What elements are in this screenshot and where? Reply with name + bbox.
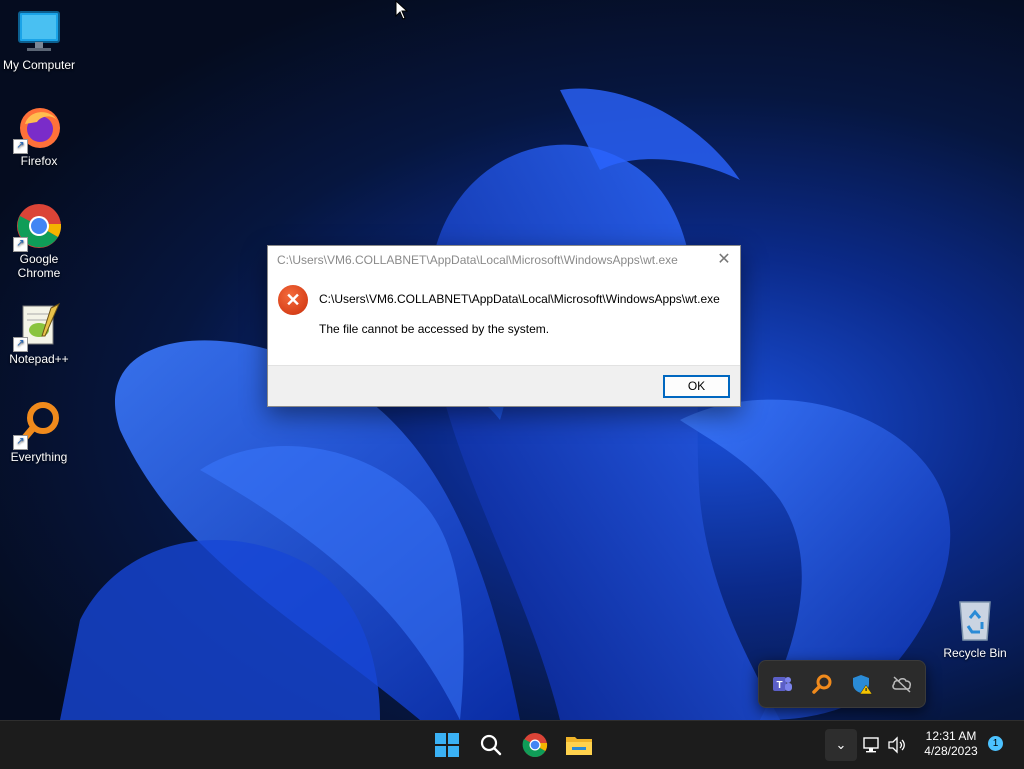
notepad-plus-plus-icon: ↗ [13,302,63,352]
svg-text:T: T [776,680,782,691]
ok-button[interactable]: OK [663,375,730,398]
defender-warning-icon[interactable] [851,673,873,695]
desktop-icon-label: Everything [10,450,68,464]
chrome-icon[interactable] [519,729,551,761]
clock-date: 4/28/2023 [924,744,978,758]
desktop-icon-label: Notepad++ [9,352,69,366]
onedrive-off-icon[interactable] [891,673,913,695]
start-icon[interactable] [431,729,463,761]
desktop-icon-notepad-plus-plus[interactable]: ↗ Notepad++ [0,302,79,366]
network-icon[interactable] [862,733,882,757]
recycle-bin-icon [951,596,999,644]
close-icon[interactable]: ✕ [714,250,734,270]
tray-overflow-flyout: T [758,660,926,708]
mouse-cursor-icon [395,0,409,20]
error-file-path: C:\Users\VM6.COLLABNET\AppData\Local\Mic… [319,292,720,306]
everything-search-icon[interactable] [811,673,833,695]
dialog-title: C:\Users\VM6.COLLABNET\AppData\Local\Mic… [277,253,678,267]
desktop-icon-google-chrome[interactable]: ↗ Google Chrome [0,202,79,280]
desktop-icon-label: Firefox [20,154,58,168]
chevron-up-icon[interactable]: ⌄ [825,729,857,761]
monitor-icon [15,8,63,56]
dialog-footer: OK [268,365,740,406]
chrome-icon: ↗ [13,202,63,252]
search-icon[interactable] [475,729,507,761]
desktop-icon-firefox[interactable]: ↗ Firefox [0,104,79,168]
dialog-body: ✕ C:\Users\VM6.COLLABNET\AppData\Local\M… [268,274,740,366]
file-explorer-icon[interactable] [563,729,595,761]
teams-icon[interactable]: T [771,673,793,695]
error-icon: ✕ [278,285,308,315]
desktop-icon-recycle-bin[interactable]: Recycle Bin [935,596,1015,660]
desktop-icon-everything[interactable]: ↗ Everything [0,400,79,464]
notification-badge[interactable]: 1 [988,736,1003,751]
shortcut-arrow-icon: ↗ [13,337,28,352]
desktop-icon-label: Google Chrome [17,252,61,280]
error-dialog: C:\Users\VM6.COLLABNET\AppData\Local\Mic… [267,245,741,407]
shortcut-arrow-icon: ↗ [13,435,28,450]
system-clock[interactable]: 12:31 AM 4/28/2023 [914,729,988,759]
taskbar: ⌄ 12:31 AM 4/28/2023 [0,720,1024,769]
desktop-icon-label: Recycle Bin [943,646,1007,660]
desktop-icon-label: My Computer [2,58,76,72]
shortcut-arrow-icon: ↗ [13,237,28,252]
clock-time: 12:31 AM [925,729,977,743]
error-message: The file cannot be accessed by the syste… [319,322,550,336]
shortcut-arrow-icon: ↗ [13,139,28,154]
desktop-icon-my-computer[interactable]: My Computer [0,8,79,72]
everything-search-icon: ↗ [13,400,63,450]
firefox-icon: ↗ [13,104,63,154]
volume-icon[interactable] [886,733,908,757]
